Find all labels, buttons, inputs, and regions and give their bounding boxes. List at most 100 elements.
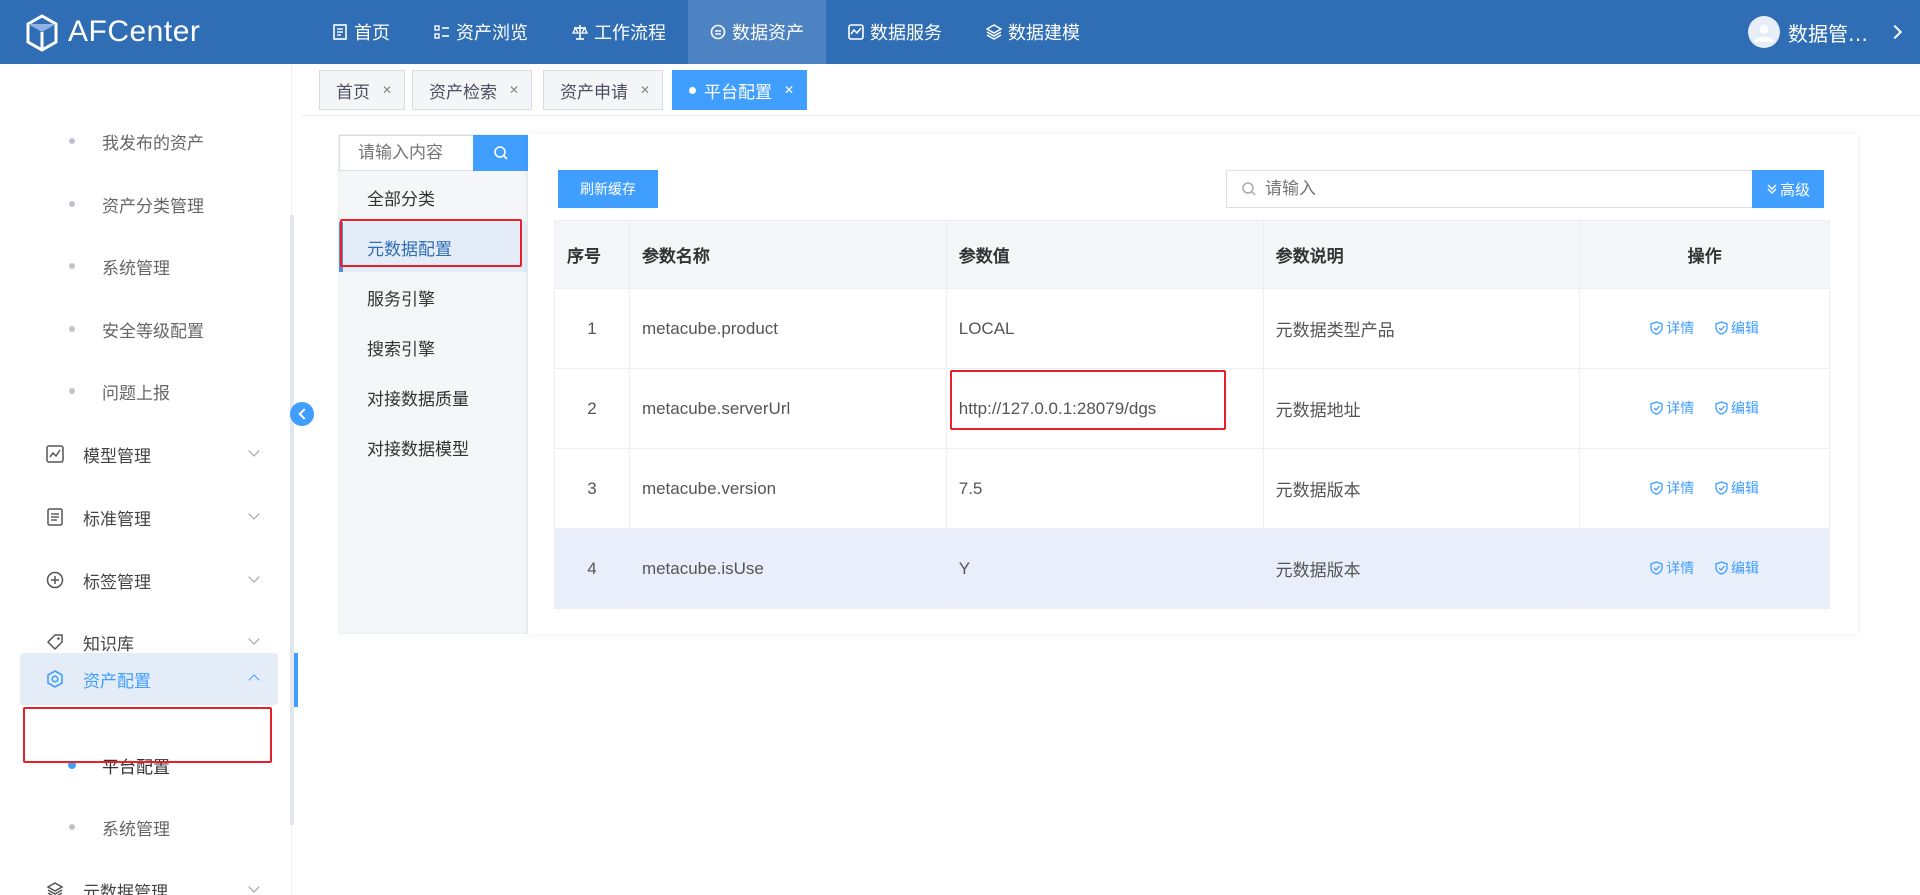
table-row: 3 metacube.version 7.5 元数据版本 详情 编辑 xyxy=(554,448,1830,529)
tab-asset-search[interactable]: 资产检索 ✕ xyxy=(412,70,533,110)
cell-index: 4 xyxy=(554,528,630,609)
close-icon[interactable]: ✕ xyxy=(382,83,392,97)
category-item-search-engine[interactable]: 搜索引擎 xyxy=(339,322,527,372)
sidebar-item-label: 系统管理 xyxy=(102,258,170,279)
nav-workflow[interactable]: 工作流程 xyxy=(550,0,688,64)
cell-param-name: metacube.version xyxy=(628,448,947,529)
active-indicator xyxy=(294,653,298,707)
category-item-metadata-config[interactable]: 元数据配置 xyxy=(339,222,527,272)
sidebar-item-system-management[interactable]: 系统管理 xyxy=(0,241,291,291)
header-actions: 操作 xyxy=(1579,220,1830,289)
category-item-data-model[interactable]: 对接数据模型 xyxy=(339,422,527,472)
sidebar-item-issue-report[interactable]: 问题上报 xyxy=(0,366,291,416)
edit-link[interactable]: 编辑 xyxy=(1715,558,1759,578)
nav-data-asset[interactable]: 数据资产 xyxy=(688,0,826,64)
cell-actions: 详情 编辑 xyxy=(1579,528,1830,609)
close-icon[interactable]: ✕ xyxy=(640,83,650,97)
sidebar-group-tag-management[interactable]: 标签管理 xyxy=(20,554,278,606)
cell-actions: 详情 编辑 xyxy=(1579,368,1830,449)
cell-param-desc: 元数据版本 xyxy=(1262,448,1581,529)
app-root: AFCenter 首页 资产浏览 工作流程 数据资产 数据服务 数据建模 数据管… xyxy=(0,0,1920,895)
category-search-button[interactable] xyxy=(473,135,529,171)
user-menu[interactable]: 数据管… xyxy=(1748,0,1903,64)
bullet-icon xyxy=(69,201,75,207)
shield-check-icon xyxy=(1650,480,1663,495)
chevron-up-icon xyxy=(248,674,260,686)
user-icon xyxy=(1755,24,1773,42)
cell-param-name: metacube.isUse xyxy=(628,528,947,609)
sidebar-collapse-button[interactable] xyxy=(290,402,314,426)
detail-link[interactable]: 详情 xyxy=(1650,318,1694,338)
sidebar-group-asset-config[interactable]: 资产配置 xyxy=(20,653,278,705)
table-row: 4 metacube.isUse Y 元数据版本 详情 编辑 xyxy=(554,528,1830,609)
tab-platform-config[interactable]: 平台配置 ✕ xyxy=(672,70,808,110)
cell-actions: 详情 编辑 xyxy=(1579,448,1830,529)
sidebar-scrollbar[interactable] xyxy=(290,215,294,825)
category-item-label: 服务引擎 xyxy=(367,289,435,310)
edit-label: 编辑 xyxy=(1730,560,1759,577)
sidebar-item-asset-category-management[interactable]: 资产分类管理 xyxy=(0,179,291,229)
sidebar-group-standard-management[interactable]: 标准管理 xyxy=(20,491,278,543)
cell-param-name: metacube.product xyxy=(628,288,947,369)
close-icon[interactable]: ✕ xyxy=(509,83,519,97)
refresh-cache-button[interactable]: 刷新缓存 xyxy=(558,170,658,208)
bullet-icon xyxy=(69,388,75,394)
detail-label: 详情 xyxy=(1666,480,1695,497)
list-icon xyxy=(434,25,449,39)
detail-link[interactable]: 详情 xyxy=(1650,398,1694,418)
cell-param-value: Y xyxy=(945,528,1264,609)
content-panel: 刷新缓存 高级 序号 参数名称 参数值 参数说明 操作 xyxy=(528,134,1858,634)
edit-link[interactable]: 编辑 xyxy=(1715,398,1759,418)
sidebar-group-model-management[interactable]: 模型管理 xyxy=(20,428,278,480)
param-search-input[interactable] xyxy=(1257,172,1737,206)
tab-home[interactable]: 首页 ✕ xyxy=(319,70,406,110)
detail-link[interactable]: 详情 xyxy=(1650,478,1694,498)
nav-data-service[interactable]: 数据服务 xyxy=(826,0,964,64)
chevron-down-icon xyxy=(248,571,260,583)
sidebar-item-security-level-config[interactable]: 安全等级配置 xyxy=(0,304,291,354)
sidebar-group-label: 标准管理 xyxy=(83,509,151,530)
tab-asset-request[interactable]: 资产申请 ✕ xyxy=(543,70,664,110)
nav-data-asset-label: 数据资产 xyxy=(732,23,804,44)
sidebar-item-platform-config[interactable]: 平台配置 xyxy=(0,740,291,790)
sidebar-group-label: 标签管理 xyxy=(83,572,151,593)
cell-param-desc: 元数据地址 xyxy=(1262,368,1581,449)
edit-label: 编辑 xyxy=(1730,480,1759,497)
cell-param-desc: 元数据版本 xyxy=(1262,528,1581,609)
header-param-desc: 参数说明 xyxy=(1262,220,1581,289)
flow-icon xyxy=(572,25,588,40)
tag-icon xyxy=(46,634,63,651)
edit-link[interactable]: 编辑 xyxy=(1715,318,1759,338)
sidebar-item-system-management-2[interactable]: 系统管理 xyxy=(0,802,291,852)
category-panel: 全部分类 元数据配置 服务引擎 搜索引擎 对接数据质量 对接数据模型 xyxy=(338,134,529,634)
advanced-search-button[interactable]: 高级 xyxy=(1752,170,1824,208)
detail-link[interactable]: 详情 xyxy=(1650,558,1694,578)
data-asset-icon xyxy=(710,24,726,40)
sidebar-group-metadata-management[interactable]: 元数据管理 xyxy=(20,864,278,895)
main-card: 全部分类 元数据配置 服务引擎 搜索引擎 对接数据质量 对接数据模型 刷新缓存 … xyxy=(338,134,1858,634)
edit-label: 编辑 xyxy=(1730,320,1759,337)
category-item-data-quality[interactable]: 对接数据质量 xyxy=(339,372,527,422)
nav-asset-browse[interactable]: 资产浏览 xyxy=(412,0,550,64)
nav-data-modeling[interactable]: 数据建模 xyxy=(964,0,1102,64)
category-item-service-engine[interactable]: 服务引擎 xyxy=(339,272,527,322)
shield-check-icon xyxy=(1715,320,1728,335)
edit-link[interactable]: 编辑 xyxy=(1715,478,1759,498)
bullet-icon xyxy=(68,761,76,769)
sidebar-item-my-published-assets[interactable]: 我发布的资产 xyxy=(0,116,291,166)
settings-icon xyxy=(47,670,63,688)
category-search-input[interactable] xyxy=(339,135,473,171)
close-icon[interactable]: ✕ xyxy=(784,83,794,97)
app-logo[interactable]: AFCenter xyxy=(24,8,200,56)
logo-icon xyxy=(26,14,58,52)
search-icon xyxy=(494,146,508,160)
file-text-icon xyxy=(47,508,63,526)
main-nav: 首页 资产浏览 工作流程 数据资产 数据服务 数据建模 xyxy=(310,0,1102,64)
nav-home[interactable]: 首页 xyxy=(310,0,412,64)
category-item-all[interactable]: 全部分类 xyxy=(339,172,527,222)
header-param-name: 参数名称 xyxy=(628,220,947,289)
layers-icon xyxy=(986,24,1002,40)
edit-label: 编辑 xyxy=(1730,400,1759,417)
nav-data-service-label: 数据服务 xyxy=(870,23,942,44)
cell-param-value: http://127.0.0.1:28079/dgs xyxy=(945,368,1264,449)
